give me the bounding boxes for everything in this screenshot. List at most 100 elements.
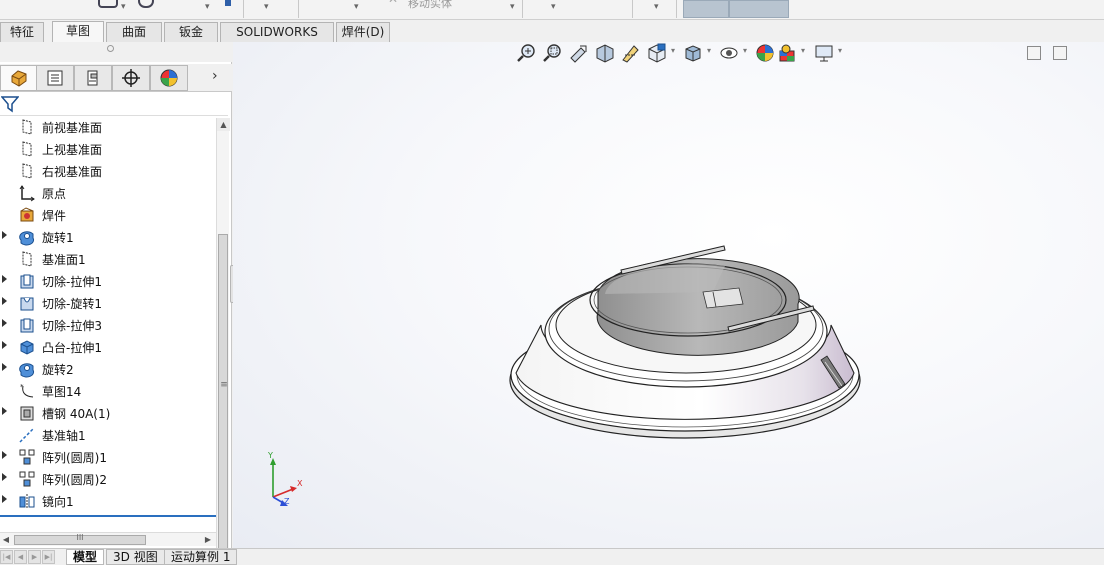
expand-arrow-icon[interactable] [2, 407, 7, 415]
structural-member-icon [18, 404, 36, 422]
tree-item[interactable]: 上视基准面 [0, 138, 216, 160]
chevron-right-icon[interactable]: › [212, 68, 218, 84]
cut-extrude-icon [18, 272, 36, 290]
feature-manager-icon [11, 70, 27, 87]
scroll-right-icon[interactable]: ▶ [202, 533, 214, 546]
tree-item[interactable]: 切除-拉伸1 [0, 270, 216, 292]
tree-item[interactable]: 切除-拉伸3 [0, 314, 216, 336]
hex-nut-icon[interactable] [138, 0, 154, 8]
chevron-down-icon[interactable]: ▾ [354, 2, 359, 12]
expand-arrow-icon[interactable] [2, 275, 7, 283]
expand-arrow-icon[interactable] [2, 341, 7, 349]
scroll-thumb[interactable]: ≡ [218, 234, 228, 554]
chevron-down-icon[interactable]: ▾ [121, 2, 126, 12]
tab-property-manager[interactable] [36, 65, 74, 91]
filter-icon[interactable] [1, 95, 19, 113]
scroll-left-icon[interactable]: ◀ [0, 533, 12, 546]
tab-solidworks-mbd[interactable]: SOLIDWORKS MBD [220, 22, 334, 57]
tree-item-label: 切除-拉伸1 [42, 275, 102, 289]
tree-item[interactable]: 旋转2 [0, 358, 216, 380]
separator [298, 0, 299, 18]
command-manager-strip: ▾ ▾ ▾ ▾ ✕ 移动实体 ▾ ▾ ▾ [0, 0, 1104, 20]
tree-item[interactable]: 阵列(圆周)2 [0, 468, 216, 490]
expand-arrow-icon[interactable] [2, 473, 7, 481]
tab-surfaces[interactable]: 曲面 [106, 22, 162, 42]
tree-item-label: 槽钢 40A(1) [42, 407, 111, 421]
tree-item[interactable]: 切除-旋转1 [0, 292, 216, 314]
expand-arrow-icon[interactable] [2, 231, 7, 239]
tree-item[interactable]: 镜向1 [0, 490, 216, 512]
tree-item[interactable]: 槽钢 40A(1) [0, 402, 216, 424]
highlighted-command-button[interactable] [729, 0, 789, 18]
tree-item[interactable]: 原点 [0, 182, 216, 204]
tree-horizontal-scrollbar[interactable]: ◀ III ▶ [0, 532, 216, 546]
tab-model[interactable]: 模型 [66, 549, 105, 565]
move-body-label[interactable]: 移动实体 [408, 0, 452, 11]
plane-icon [18, 118, 36, 136]
first-tab-icon[interactable]: |◀ [0, 550, 13, 564]
chevron-down-icon[interactable]: ▾ [654, 2, 659, 12]
tab-dimxpert-manager[interactable] [112, 65, 150, 91]
plane-icon [18, 250, 36, 268]
tree-item-label: 右视基准面 [42, 165, 103, 179]
tab-sketch[interactable]: 草图 [52, 21, 104, 43]
tree-item[interactable]: 阵列(圆周)1 [0, 446, 216, 468]
tree-item-label: 前视基准面 [42, 121, 103, 135]
expand-arrow-icon[interactable] [2, 363, 7, 371]
chevron-down-icon[interactable]: ▾ [205, 2, 210, 12]
feature-manager-panel: › 前视基准面上视基准面右视基准面原点焊件 旋转1 基准面1 切除-拉伸1 切除-旋转1… [0, 42, 232, 565]
expand-arrow-icon[interactable] [2, 297, 7, 305]
tab-3d-views[interactable]: 3D 视图 [106, 549, 165, 565]
tree-item[interactable]: 焊件 [0, 204, 216, 226]
chevron-down-icon[interactable]: ▾ [264, 2, 269, 12]
tree-item[interactable]: 前视基准面 [0, 116, 216, 138]
triad-x-label: X [297, 479, 303, 488]
3d-model-view[interactable]: Y X Z [233, 42, 1104, 549]
move-body-icon[interactable]: ✕ [388, 0, 402, 6]
tab-motion-study[interactable]: 运动算例 1 [164, 549, 238, 565]
expand-arrow-icon[interactable] [2, 451, 7, 459]
rollback-bar[interactable] [0, 515, 216, 517]
scroll-grip-icon: ≡ [220, 380, 228, 390]
axis-icon [18, 426, 36, 444]
tab-sheet-metal[interactable]: 钣金 [164, 22, 218, 42]
tree-vertical-scrollbar[interactable]: ▲ ≡ ▼ [216, 118, 230, 565]
tree-item[interactable]: 右视基准面 [0, 160, 216, 182]
last-tab-icon[interactable]: ▶| [42, 550, 55, 564]
feature-tree: 前视基准面上视基准面右视基准面原点焊件 旋转1 基准面1 切除-拉伸1 切除-旋转1 切除… [0, 116, 216, 516]
graphics-area[interactable]: ▾ ▾ ▾ ▾ ▾ Y X Z [233, 42, 1104, 549]
tree-item-label: 切除-旋转1 [42, 297, 102, 311]
chevron-down-icon[interactable]: ▾ [551, 2, 556, 12]
tree-filter-row [0, 92, 228, 116]
scroll-thumb[interactable]: III [14, 533, 146, 545]
tab-feature-manager[interactable] [0, 65, 38, 91]
chevron-down-icon[interactable]: ▾ [510, 2, 515, 12]
highlighted-command-button[interactable] [683, 0, 729, 18]
prev-tab-icon[interactable]: ◀ [14, 550, 27, 564]
mate-icon[interactable] [98, 0, 118, 8]
scroll-up-icon[interactable]: ▲ [217, 118, 230, 131]
expand-arrow-icon[interactable] [2, 319, 7, 327]
tree-item-label: 镜向1 [42, 495, 74, 509]
dimxpert-icon [122, 69, 140, 87]
bottom-tab-bar: |◀ ◀ ▶ ▶| 模型 3D 视图 运动算例 1 [0, 548, 1104, 565]
tree-item-label: 原点 [42, 187, 67, 201]
tree-item[interactable]: 基准轴1 [0, 424, 216, 446]
tab-features[interactable]: 特征 [0, 22, 44, 42]
triad-y-label: Y [267, 451, 273, 460]
coordinate-triad: Y X Z [267, 451, 303, 506]
tree-item[interactable]: 凸台-拉伸1 [0, 336, 216, 358]
next-tab-icon[interactable]: ▶ [28, 550, 41, 564]
panel-grip[interactable] [0, 42, 232, 62]
tab-weldments[interactable]: 焊件(D) [336, 22, 390, 42]
small-square-icon[interactable] [225, 0, 231, 6]
inner-cylinder-shade [605, 263, 725, 294]
tab-configuration-manager[interactable] [74, 65, 112, 91]
tree-item[interactable]: 旋转1 [0, 226, 216, 248]
tree-item[interactable]: 基准面1 [0, 248, 216, 270]
tree-item[interactable]: * 草图14 [0, 380, 216, 402]
expand-arrow-icon[interactable] [2, 495, 7, 503]
tab-display-manager[interactable] [150, 65, 188, 91]
triad-z-label: Z [284, 497, 290, 506]
scroll-grip-icon: III [76, 533, 84, 542]
